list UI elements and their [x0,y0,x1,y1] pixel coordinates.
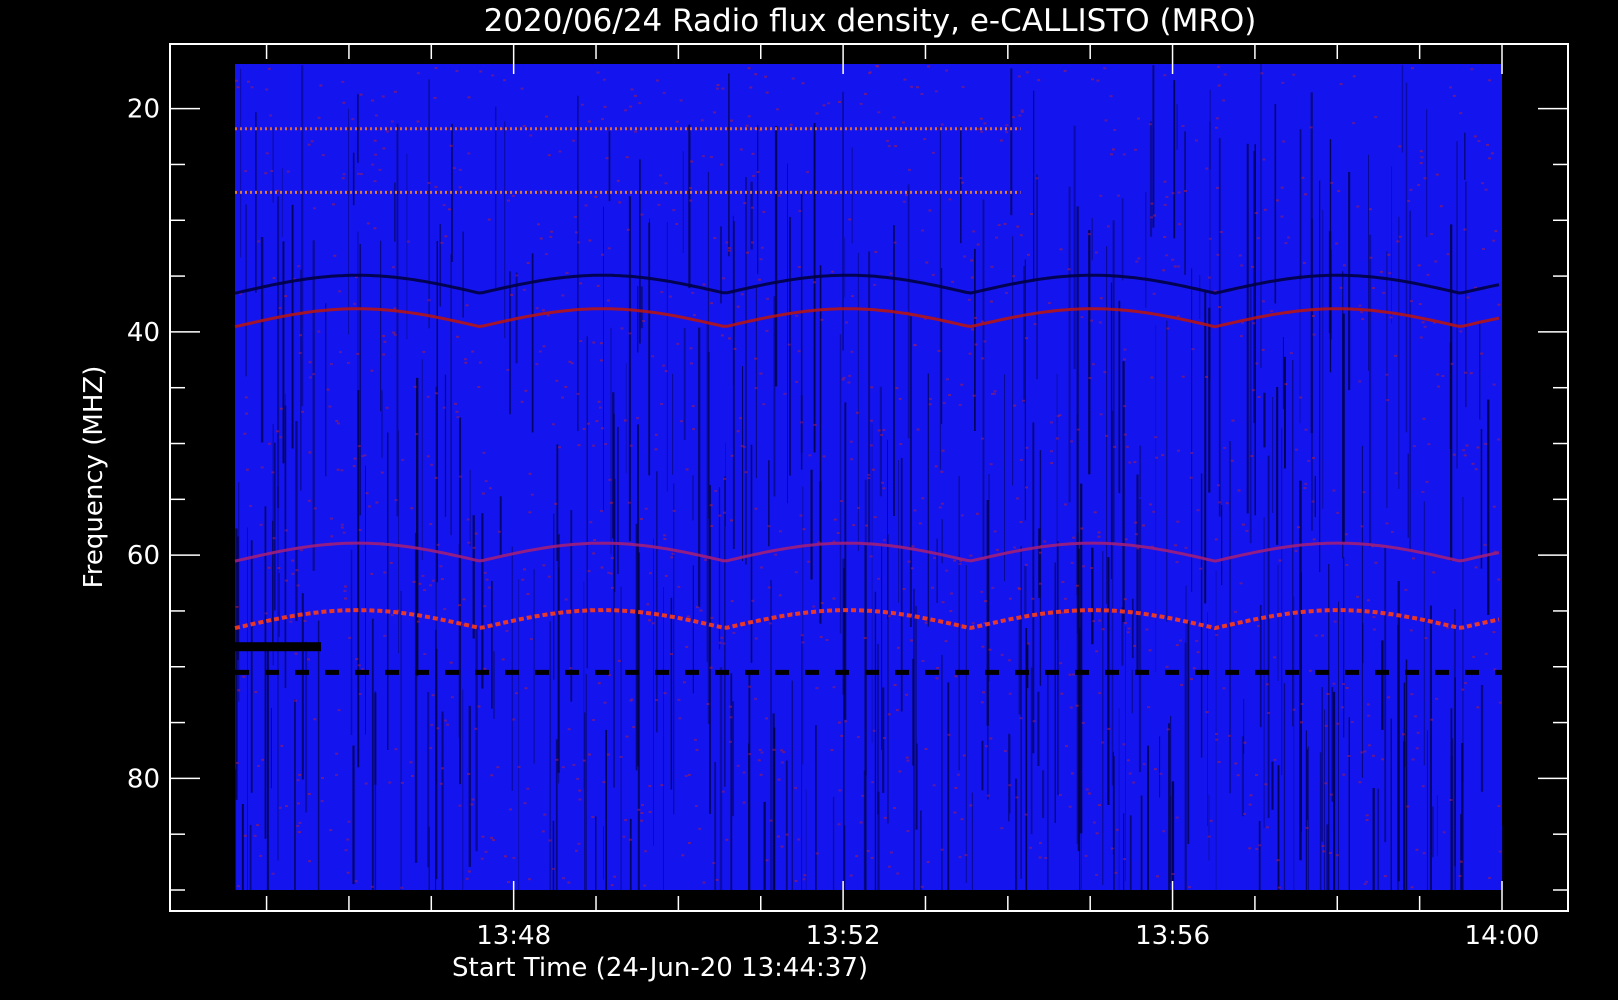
x-axis-label: Start Time (24-Jun-20 13:44:37) [452,953,868,983]
data-gap-marker [235,642,321,652]
x-tick-label-1400: 14:00 [1465,921,1540,951]
y-tick-labels: 20 40 60 80 [127,95,160,795]
x-tick-label-1352: 13:52 [806,921,881,951]
chart-title: 2020/06/24 Radio flux density, e-CALLIST… [484,3,1257,39]
spectrogram-chart: 2020/06/24 Radio flux density, e-CALLIST… [79,3,1569,983]
x-tick-label-1348: 13:48 [476,921,551,951]
y-tick-label-40: 40 [127,318,160,348]
heatmap-area [234,64,1504,890]
y-tick-label-80: 80 [127,764,160,794]
x-tick-label-1356: 13:56 [1135,921,1210,951]
y-axis-label: Frequency (MHZ) [79,366,109,589]
y-tick-label-60: 60 [127,541,160,571]
x-tick-labels: 13:48 13:52 13:56 14:00 [476,921,1539,951]
y-tick-label-20: 20 [127,95,160,125]
